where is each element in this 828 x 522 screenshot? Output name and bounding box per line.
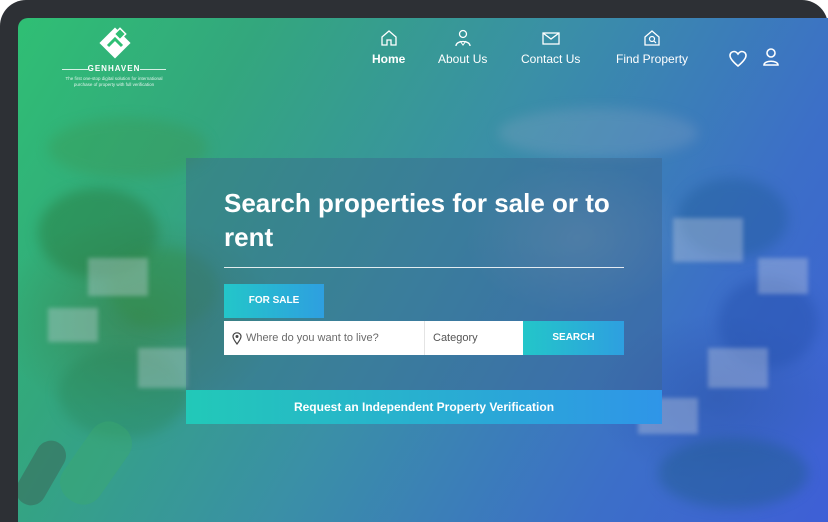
envelope-icon	[542, 32, 560, 45]
heart-icon[interactable]	[728, 50, 748, 68]
nav-label: Contact Us	[521, 52, 581, 66]
nav-label: Find Property	[616, 52, 689, 66]
search-button[interactable]: SEARCH	[523, 321, 624, 355]
background-house	[48, 308, 98, 342]
background-house	[758, 258, 808, 294]
hero-headline: Search properties for sale or to rent	[224, 188, 610, 252]
brand-logo[interactable]: GENHAVEN The first one-stop digital solu…	[58, 24, 168, 94]
search-bar: Category SEARCH	[224, 321, 624, 355]
logo-divider	[140, 69, 166, 70]
nav-label: Home	[372, 52, 406, 66]
headline-divider	[224, 267, 624, 268]
nav-item-contact-us[interactable]: Contact Us	[521, 28, 580, 66]
for-sale-button[interactable]: FOR SALE	[224, 284, 324, 318]
location-field[interactable]	[224, 321, 425, 355]
device-frame: GENHAVEN The first one-stop digital solu…	[0, 0, 828, 522]
background-house	[138, 348, 188, 388]
hero-screen: GENHAVEN The first one-stop digital solu…	[18, 18, 828, 522]
house-search-icon	[644, 30, 660, 46]
logo-mark-icon	[99, 27, 131, 59]
brand-tagline: The first one-stop digital solution for …	[65, 76, 163, 87]
background-tree	[48, 118, 208, 178]
nav-item-find-property[interactable]: Find Property	[616, 28, 688, 66]
property-verification-button[interactable]: Request an Independent Property Verifica…	[186, 390, 662, 424]
nav-item-about-us[interactable]: About Us	[438, 28, 487, 66]
nav-item-home[interactable]: Home	[372, 28, 405, 66]
category-select[interactable]: Category	[425, 321, 523, 355]
background-house	[708, 348, 768, 388]
background-tree	[498, 108, 698, 158]
user-icon	[455, 29, 471, 47]
background-house	[88, 258, 148, 296]
home-icon	[381, 30, 397, 46]
location-pin-icon	[232, 332, 242, 345]
nav-label: About Us	[438, 52, 488, 66]
background-house	[673, 218, 743, 262]
background-tree	[658, 438, 808, 508]
location-search-input[interactable]	[246, 321, 418, 355]
person-icon[interactable]	[761, 47, 781, 67]
search-panel: Search properties for sale or to rent FO…	[186, 158, 662, 424]
